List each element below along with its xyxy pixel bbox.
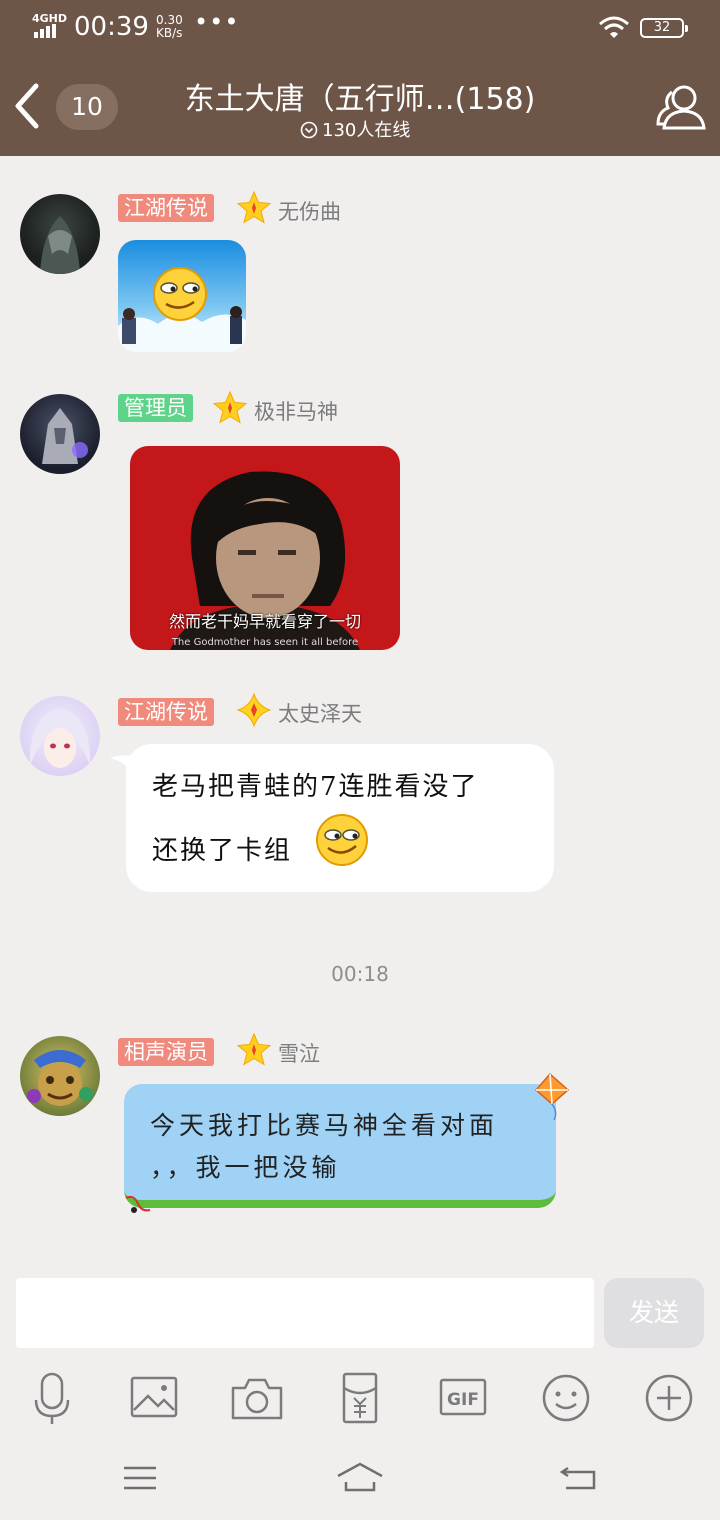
- home-icon[interactable]: [336, 1458, 384, 1498]
- smirk-emoji-icon: [316, 814, 368, 866]
- header: 4GHD 00:39 0.30 KB/s ••• 32 10 东土大唐（五行师……: [0, 0, 720, 156]
- avatar[interactable]: [20, 1036, 100, 1116]
- kite-icon: [534, 1072, 570, 1121]
- message-text-line: 还换了卡组: [152, 836, 293, 866]
- avatar[interactable]: [20, 194, 100, 274]
- avatar[interactable]: [20, 696, 100, 776]
- red-packet-icon[interactable]: [332, 1370, 388, 1426]
- themed-message-bubble[interactable]: 今天我打比赛马神全看对面 ，，我一把没输: [124, 1084, 556, 1208]
- sender-name[interactable]: 太史泽天: [278, 698, 362, 728]
- diamond-level-icon: [236, 692, 272, 728]
- message-timestamp: 00:18: [331, 962, 389, 986]
- message-text-line: 今天我打比赛马神全看对面: [150, 1111, 499, 1140]
- back-icon[interactable]: [558, 1458, 602, 1498]
- member-title-badge: 江湖传说: [118, 698, 214, 726]
- online-count[interactable]: 130人在线: [300, 116, 410, 142]
- sender-name[interactable]: 无伤曲: [278, 196, 341, 226]
- sticker-message[interactable]: [118, 240, 246, 352]
- avatar-image: [29, 708, 91, 768]
- sender-name[interactable]: 雪泣: [278, 1038, 320, 1068]
- camera-icon[interactable]: [229, 1370, 285, 1426]
- message-text-line: ，，我一把没输: [150, 1153, 341, 1182]
- avatar-image: [42, 408, 88, 464]
- gif-icon[interactable]: GIF: [435, 1370, 491, 1426]
- star-level-icon: [236, 1032, 272, 1066]
- status-time: 00:39: [74, 12, 149, 42]
- emoji-icon[interactable]: [538, 1370, 594, 1426]
- unread-count-badge[interactable]: 10: [56, 84, 118, 130]
- battery-icon: 32: [640, 18, 688, 38]
- image-message[interactable]: 然而老干妈早就看穿了一切 The Godmother has seen it a…: [130, 446, 400, 650]
- star-level-icon: [212, 390, 248, 424]
- message-input[interactable]: [16, 1278, 594, 1348]
- speed-unit: KB/s: [156, 26, 183, 40]
- star-level-icon: [236, 190, 272, 224]
- plus-icon[interactable]: [641, 1370, 697, 1426]
- smirk-emoji-sticker: [118, 267, 246, 352]
- member-title-badge: 相声演员: [118, 1038, 214, 1066]
- meme-caption-english: The Godmother has seen it all before: [171, 637, 359, 648]
- microphone-icon[interactable]: [24, 1370, 80, 1426]
- meme-caption: 然而老干妈早就看穿了一切: [168, 612, 361, 631]
- group-title[interactable]: 东土大唐（五行师…(158): [140, 74, 580, 118]
- bubble-decoration-icon: [125, 1195, 151, 1213]
- text-message-bubble[interactable]: 老马把青蛙的7连胜看没了 还换了卡组: [126, 744, 554, 892]
- menu-icon[interactable]: [118, 1458, 162, 1498]
- avatar[interactable]: [20, 394, 100, 474]
- member-title-badge: 江湖传说: [118, 194, 214, 222]
- member-title-badge: 管理员: [118, 394, 193, 422]
- chevron-left-icon[interactable]: [8, 80, 48, 132]
- message-text-line: 老马把青蛙的7连胜看没了: [152, 772, 479, 802]
- wifi-icon: [599, 16, 629, 38]
- send-button[interactable]: 发送: [604, 1278, 704, 1348]
- avatar-image: [27, 1050, 93, 1106]
- chevron-down-circle-icon: [300, 121, 318, 139]
- sender-name[interactable]: 极非马神: [254, 396, 338, 426]
- status-bar: 4GHD 00:39 0.30 KB/s ••• 32: [0, 0, 720, 56]
- image-icon[interactable]: [126, 1370, 182, 1426]
- network-speed: 0.30 KB/s: [156, 14, 183, 40]
- network-type: 4GHD: [32, 12, 68, 25]
- svg-text:GIF: GIF: [447, 1390, 479, 1410]
- avatar-image: [40, 216, 80, 274]
- group-members-icon[interactable]: [654, 78, 710, 134]
- online-count-label: 130人在线: [322, 120, 411, 141]
- more-notifications-icon: •••: [194, 8, 240, 36]
